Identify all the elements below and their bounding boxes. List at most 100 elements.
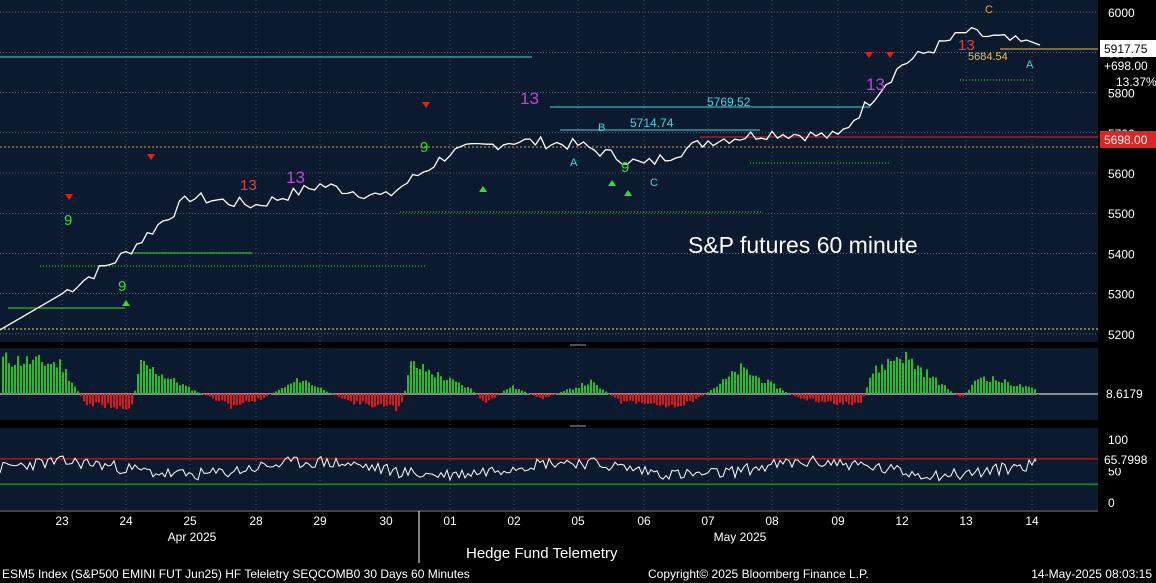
level-price-label: 5698.00 (1104, 133, 1148, 147)
chart-title: S&P futures 60 minute (688, 232, 918, 258)
oscillator-bar (362, 394, 364, 402)
oscillator-bar (437, 372, 439, 394)
oscillator-bar (617, 394, 619, 399)
oscillator-bar (263, 394, 265, 398)
oscillator-bar (116, 394, 118, 410)
oscillator-bar (101, 394, 103, 405)
oscillator-bar (755, 375, 757, 394)
oscillator-bar (770, 381, 772, 394)
oscillator-bar (716, 386, 718, 394)
footer-brand: Hedge Fund Telemetry (466, 545, 618, 562)
oscillator-bar (839, 394, 841, 403)
oscillator-bar (803, 394, 805, 399)
oscillator-bar (446, 379, 448, 394)
oscillator-bar (56, 367, 58, 394)
price-chart: 5769.525714.745684.5413131313139999ABCAC… (0, 0, 1156, 583)
rsi-panel (0, 428, 1098, 510)
oscillator-bar (899, 358, 901, 394)
level-annotation: 5769.52 (707, 95, 751, 109)
sequential-count-label: 13 (866, 75, 885, 94)
oscillator-bar (923, 376, 925, 394)
oscillator-bar (695, 394, 697, 399)
oscillator-bar (197, 392, 199, 394)
oscillator-bar (788, 392, 790, 394)
oscillator-bar (548, 394, 550, 397)
oscillator-bar (995, 380, 997, 394)
oscillator-bar (791, 394, 793, 395)
oscillator-bar (47, 363, 49, 394)
oscillator-bar (422, 364, 424, 394)
wave-label: B (598, 122, 605, 134)
oscillator-bar (635, 394, 637, 404)
oscillator-bar (710, 390, 712, 394)
oscillator-bar (680, 394, 682, 407)
oscillator-bar (200, 393, 202, 394)
oscillator-bar (83, 394, 85, 402)
oscillator-bar (1007, 382, 1009, 394)
oscillator-bar (119, 394, 121, 407)
oscillator-bar (1019, 384, 1021, 394)
oscillator-bar (275, 391, 277, 394)
oscillator-bar (575, 387, 577, 394)
oscillator-bar (827, 394, 829, 402)
oscillator-bar (86, 394, 88, 406)
oscillator-bar (257, 394, 259, 399)
oscillator-bar (953, 393, 955, 394)
wave-label: C (985, 4, 993, 16)
oscillator-bar (251, 394, 253, 401)
oscillator-bar (71, 382, 73, 394)
oscillator-bar (17, 356, 19, 394)
x-tick-label: 28 (249, 514, 263, 528)
oscillator-bar (521, 390, 523, 394)
oscillator-bar (293, 382, 295, 394)
oscillator-bar (653, 394, 655, 404)
oscillator-bar (146, 365, 148, 394)
oscillator-bar (278, 389, 280, 394)
rsi-value-label: 65.7998 (1104, 453, 1148, 467)
oscillator-bar (596, 385, 598, 394)
oscillator-bar (938, 385, 940, 394)
level-annotation: 5714.74 (630, 116, 674, 130)
oscillator-bar (863, 394, 865, 397)
oscillator-bar (740, 363, 742, 394)
oscillator-bar (536, 394, 538, 397)
oscillator-bar (176, 382, 178, 394)
oscillator-bar (38, 354, 40, 394)
oscillator-bar (308, 382, 310, 394)
oscillator-bar (500, 393, 502, 394)
oscillator-bar (905, 351, 907, 394)
oscillator-bar (974, 380, 976, 394)
oscillator-bar (287, 384, 289, 394)
oscillator-bar (659, 394, 661, 406)
oscillator-bar (989, 382, 991, 394)
oscillator-bar (5, 352, 7, 394)
oscillator-bar (344, 394, 346, 400)
oscillator-bar (692, 394, 694, 403)
oscillator-value-label: 8.6179 (1106, 387, 1143, 401)
oscillator-bar (947, 389, 949, 394)
oscillator-bar (503, 390, 505, 394)
oscillator-bar (350, 394, 352, 402)
oscillator-bar (914, 369, 916, 394)
oscillator-bar (329, 392, 331, 394)
oscillator-bar (194, 390, 196, 394)
oscillator-bar (512, 385, 514, 394)
oscillator-bar (68, 380, 70, 394)
oscillator-bar (683, 394, 685, 406)
x-tick-label: 06 (637, 514, 651, 528)
oscillator-bar (668, 394, 670, 407)
oscillator-bar (545, 394, 547, 397)
y-tick-label: 5400 (1108, 247, 1135, 261)
y-axis: 5200530054005500560057005800590060005917… (1100, 6, 1156, 510)
oscillator-bar (773, 383, 775, 394)
oscillator-bar (749, 374, 751, 394)
oscillator-bar (881, 364, 883, 394)
oscillator-bar (491, 394, 493, 399)
oscillator-bar (887, 358, 889, 394)
oscillator-bar (59, 359, 61, 394)
oscillator-bar (122, 394, 124, 410)
oscillator-bar (386, 394, 388, 406)
oscillator-bar (509, 387, 511, 394)
oscillator-bar (173, 377, 175, 394)
oscillator-bar (311, 385, 313, 394)
